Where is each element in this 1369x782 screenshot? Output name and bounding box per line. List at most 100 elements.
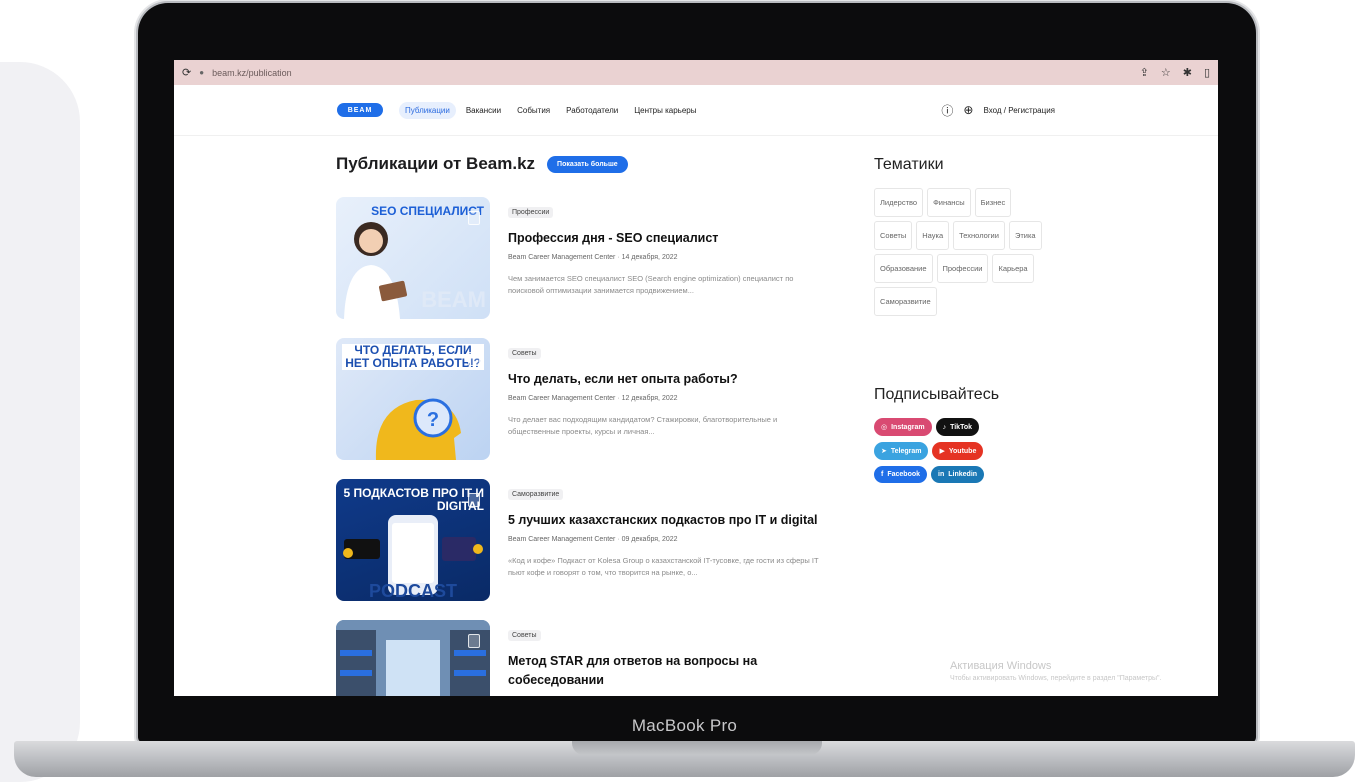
theme-tag[interactable]: Образование [874,254,933,283]
telegram-icon: ➤ [881,448,887,455]
svg-text:?: ? [427,409,439,431]
theme-tag[interactable]: Лидерство [874,188,924,217]
page-title: Публикации от Beam.kz [336,154,536,173]
theme-tag[interactable]: Финансы [927,188,971,217]
article-description: Чем занимается SEO специалист SEO (Searc… [508,273,794,295]
article-author: Beam Career Management Center [508,535,616,543]
browser-address-bar: ⟳ ● beam.kz/publication ⇪ ☆ ✱ ▯ [174,60,1218,85]
nav-events[interactable]: События [511,102,556,119]
laptop-base [14,741,1355,777]
thumbnail-caption: ЧТО ДЕЛАТЬ, ЕСЛИ НЕТ ОПЫТА РАБОТЫ? [342,343,484,371]
article-tag[interactable]: Советы [508,348,541,359]
show-more-button[interactable]: Показать больше [547,155,628,173]
article-thumbnail[interactable] [336,620,490,696]
article-card[interactable]: PODCAST 5 ПОДКАСТОВ ПРО IT И DIGITAL Сам… [336,479,836,601]
theme-tag[interactable]: Профессии [936,254,989,283]
article-title[interactable]: Профессия дня - SEO специалист [508,229,828,248]
facebook-button[interactable]: f Facebook [874,466,928,483]
themes-title: Тематики [874,156,944,173]
article-tag[interactable]: Профессии [508,207,554,218]
tiktok-icon: ♪ [942,423,947,431]
nav-publications[interactable]: Публикации [399,101,456,119]
windows-activation-watermark: Активация Windows Чтобы активировать Win… [950,660,1161,682]
share-icon[interactable]: ⇪ [1140,66,1149,79]
article-description: Что делает вас подходящим кандидатом? Ст… [508,414,778,436]
thumbnail-caption: 5 ПОДКАСТОВ ПРО IT И DIGITAL [343,486,484,514]
article-author: Beam Career Management Center [508,253,616,261]
help-icon[interactable]: ⓘ [941,102,953,119]
article-meta: Beam Career Management Center · 12 декаб… [508,394,678,402]
article-date: 14 декабря, 2022 [621,253,678,261]
themes-section: Тематики Лидерство Финансы Бизнес Советы… [874,156,1049,316]
article-meta: Beam Career Management Center · 09 декаб… [508,535,678,543]
nav-vacancies[interactable]: Вакансии [460,102,507,119]
article-title[interactable]: Метод STAR для ответов на вопросы на соб… [508,652,828,690]
globe-icon[interactable]: ⊕ [963,103,973,117]
bookmark-icon[interactable] [468,352,480,366]
bookmark-icon[interactable] [468,211,480,225]
watermark-text: Чтобы активировать Windows, перейдите в … [950,675,1162,682]
sidepanel-icon[interactable]: ▯ [1204,66,1210,79]
article-thumbnail[interactable]: PODCAST 5 ПОДКАСТОВ ПРО IT И DIGITAL [336,479,490,601]
url-field[interactable]: beam.kz/publication [212,68,292,78]
article-thumbnail[interactable]: BEAM SEO СПЕЦИАЛИСТ [336,197,490,319]
reload-icon[interactable]: ⟳ [182,66,191,79]
linkedin-icon: in [938,471,945,478]
subscribe-title: Подписывайтесь [874,386,1000,403]
facebook-label: Facebook [887,471,921,478]
laptop-lid: ⟳ ● beam.kz/publication ⇪ ☆ ✱ ▯ BEAM Пуб… [138,3,1256,743]
warehouse-illustration [336,620,490,696]
article-title[interactable]: Что делать, если нет опыта работы? [508,370,828,389]
theme-tag[interactable]: Советы [874,221,913,250]
theme-tag[interactable]: Этика [1008,221,1042,250]
subscribe-section: Подписывайтесь ◎ Instagram ♪ TikTok ➤ Te… [874,386,1034,483]
telegram-label: Telegram [890,447,922,455]
article-card[interactable]: ? ЧТО ДЕЛАТЬ, ЕСЛИ НЕТ ОПЫТА РАБОТЫ? Сов… [336,338,836,460]
youtube-label: Youtube [948,447,977,455]
login-link[interactable]: Вход / Регистрация [983,106,1055,115]
site-nav: BEAM Публикации Вакансии События Работод… [174,85,1218,136]
linkedin-button[interactable]: in Linkedin [931,466,985,483]
youtube-button[interactable]: ▶ Youtube [932,442,984,460]
youtube-icon: ▶ [939,448,945,455]
lock-icon[interactable]: ● [199,68,204,77]
beam-logo[interactable]: BEAM [337,103,383,117]
article-tag[interactable]: Саморазвитие [508,489,564,500]
laptop-notch [572,741,822,755]
article-card[interactable]: BEAM SEO СПЕЦИАЛИСТ Профессии Профессия … [336,197,836,319]
bookmark-icon[interactable] [468,634,480,648]
svg-text:PODCAST: PODCAST [369,581,457,601]
article-tag[interactable]: Советы [508,630,541,641]
article-thumbnail[interactable]: ? ЧТО ДЕЛАТЬ, ЕСЛИ НЕТ ОПЫТА РАБОТЫ? [336,338,490,460]
themes-tags: Лидерство Финансы Бизнес Советы Наука Те… [874,188,1049,316]
article-description: «Код и кофе» Подкаст от Kolesa Group о к… [508,555,819,577]
theme-tag[interactable]: Саморазвитие [874,287,937,316]
tiktok-label: TikTok [950,423,972,431]
article-author: Beam Career Management Center [508,394,616,402]
bookmark-icon[interactable] [468,493,480,507]
article-date: 09 декабря, 2022 [621,535,678,543]
theme-tag[interactable]: Технологии [953,221,1005,250]
background-panel [0,62,80,782]
nav-employers[interactable]: Работодатели [560,102,624,119]
tiktok-button[interactable]: ♪ TikTok [935,418,979,436]
publications-header: Публикации от Beam.kz Показать больше [336,154,628,174]
article-title[interactable]: 5 лучших казахстанских подкастов про IT … [508,511,828,530]
svg-text:BEAM: BEAM [421,287,486,312]
nav-career-centers[interactable]: Центры карьеры [628,102,702,119]
facebook-icon: f [881,471,884,478]
theme-tag[interactable]: Карьера [992,254,1034,283]
star-icon[interactable]: ☆ [1161,66,1171,79]
article-card[interactable]: Советы Метод STAR для ответов на вопросы… [336,620,836,696]
article-meta: Beam Career Management Center · 14 декаб… [508,253,678,261]
linkedin-label: Linkedin [948,471,978,478]
telegram-button[interactable]: ➤ Telegram [874,442,929,460]
theme-tag[interactable]: Бизнес [974,188,1012,217]
instagram-button[interactable]: ◎ Instagram [874,418,932,436]
laptop-screen: ⟳ ● beam.kz/publication ⇪ ☆ ✱ ▯ BEAM Пуб… [174,60,1218,696]
device-label: MacBook Pro [631,716,738,735]
watermark-title: Активация Windows [950,660,1052,672]
extensions-icon[interactable]: ✱ [1183,66,1192,79]
article-date: 12 декабря, 2022 [621,394,678,402]
theme-tag[interactable]: Наука [916,221,950,250]
